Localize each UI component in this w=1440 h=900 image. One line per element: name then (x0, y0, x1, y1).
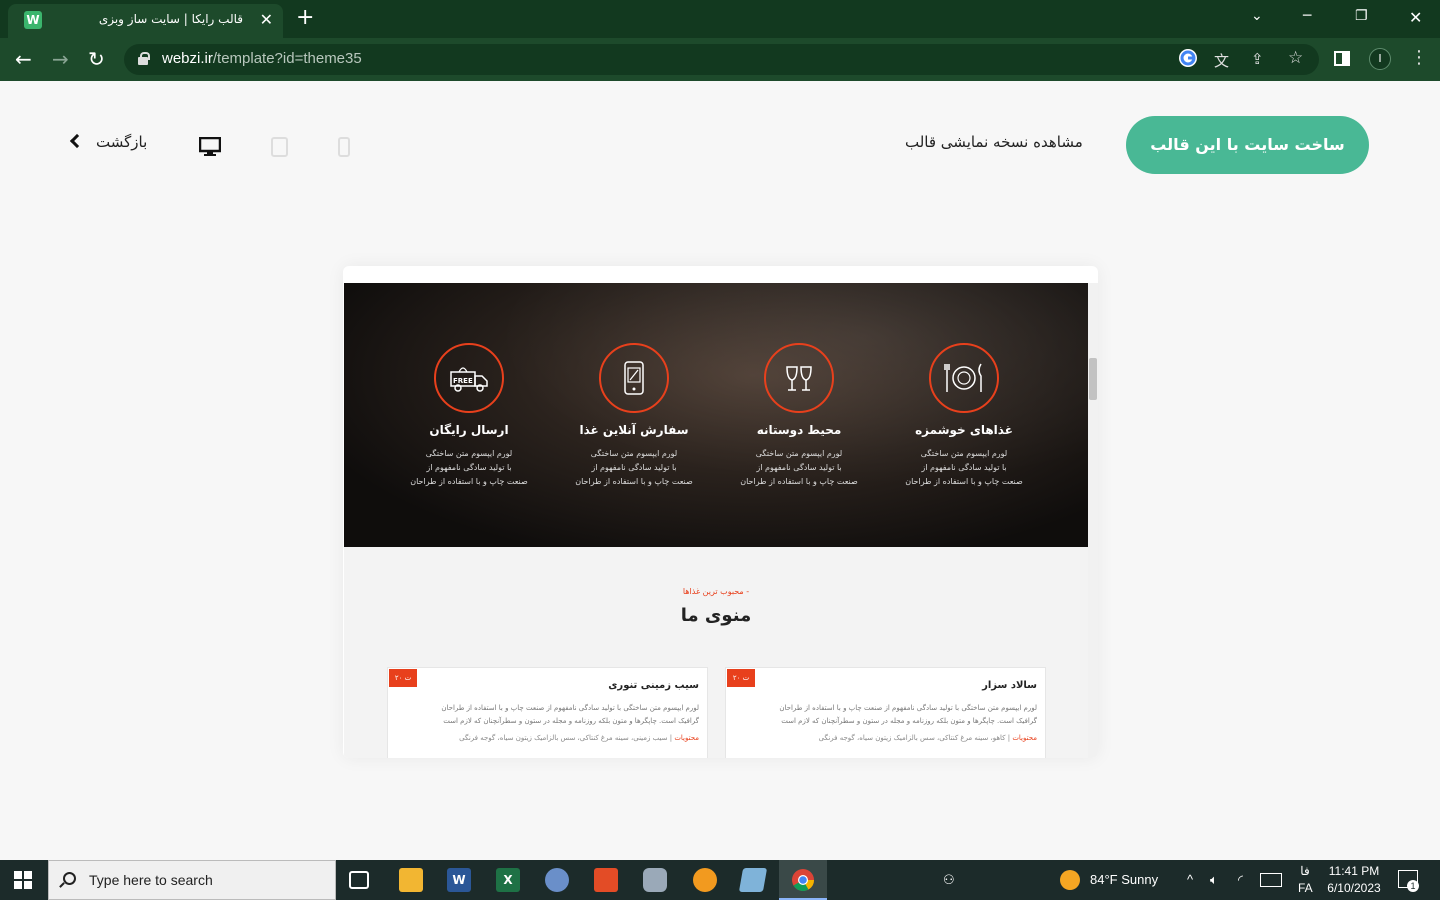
tab-close-icon[interactable]: ✕ (260, 10, 273, 29)
search-placeholder: Type here to search (89, 872, 213, 888)
view-demo-link[interactable]: مشاهده نسخه نمایشی قالب (905, 133, 1083, 151)
feature-friendly-place: محیط دوستانه لورم ایپسوم متن ساختگی با تو… (729, 343, 869, 489)
forward-arrow-icon[interactable]: → (52, 48, 69, 70)
profile-avatar[interactable]: I (1369, 48, 1391, 70)
windows-start-icon[interactable] (14, 871, 32, 889)
word-icon[interactable]: W (447, 868, 471, 892)
browser-titlebar: W قالب رایکا | سایت ساز وبزی ✕ + ⌄ ─ ❐ ✕ (0, 0, 1440, 38)
volume-icon[interactable]: 🔈︎ (1210, 872, 1218, 888)
lock-icon (138, 52, 150, 65)
browser-toolbar: ← → ↻ webzi.ir/template?id=theme35 文 ⇪ ☆… (0, 38, 1440, 81)
tab-search-chevron-icon[interactable]: ⌄ (1251, 8, 1263, 24)
features-hero: FREE ارسال رایگان لورم ایپسوم متن ساختگی… (344, 283, 1088, 547)
menu-title: منوی ما (680, 605, 752, 626)
wifi-icon[interactable]: ◜ (1238, 872, 1243, 888)
menu-card-caesar[interactable]: ۲۰ ت سالاد سزار لورم ایپسوم متن ساختگی ب… (725, 667, 1046, 758)
glasses-icon (764, 343, 834, 413)
back-link[interactable]: بازگشت (96, 133, 147, 151)
search-icon (63, 872, 76, 885)
new-tab-icon[interactable]: + (296, 6, 314, 30)
feature-title: ارسال رایگان (429, 423, 509, 437)
translate-icon[interactable]: 文 (1214, 50, 1229, 71)
back-arrow-icon[interactable]: ← (15, 48, 32, 70)
preview-scrollbar[interactable] (1088, 283, 1098, 758)
card-description: لورم ایپسوم متن ساختگی با تولید سادگی نا… (779, 704, 1037, 725)
minimize-icon[interactable]: ─ (1303, 8, 1311, 24)
chrome-menu-icon[interactable]: ⋮ (1410, 47, 1428, 68)
share-icon[interactable]: ⇪ (1251, 50, 1264, 68)
chrome-taskbar-button[interactable] (779, 860, 827, 900)
windows-taskbar: Type here to search W X ⚇ 84°F Sunny ^ 🔈… (0, 860, 1440, 900)
template-preview-page: ساخت سایت با این قالب مشاهده نسخه نمایشی… (0, 81, 1440, 860)
price-badge: ۲۰ ت (389, 669, 417, 687)
menu-section: - محبوب ترین غذاها منوی ما ۲۰ ت سیب زمین… (344, 547, 1088, 758)
feature-free-delivery: FREE ارسال رایگان لورم ایپسوم متن ساختگی… (399, 343, 539, 489)
reload-icon[interactable]: ↻ (88, 48, 105, 70)
mobile-icon[interactable] (338, 137, 350, 161)
feature-online-order: سفارش آنلاین غذا لورم ایپسوم متن ساختگی ب… (564, 343, 704, 489)
feature-tasty-food: غذاهای خوشمزه لورم ایپسوم متن ساختگی با ت… (894, 343, 1034, 489)
google-icon[interactable] (1179, 49, 1197, 67)
sunny-weather-icon (1060, 870, 1080, 890)
app-icon[interactable] (594, 868, 618, 892)
chevron-left-icon[interactable] (69, 133, 85, 149)
browser-tab[interactable]: W قالب رایکا | سایت ساز وبزی ✕ (8, 4, 283, 38)
price-badge: ۲۰ ت (727, 669, 755, 687)
task-view-icon[interactable] (349, 871, 369, 889)
taskbar-clock[interactable]: 11:41 PM 6/10/2023 (1320, 863, 1388, 897)
card-title: سالاد سزار (982, 680, 1037, 691)
menu-card-potato[interactable]: ۲۰ ت سیب زمینی تنوری لورم ایپسوم متن ساخ… (387, 667, 708, 758)
people-icon[interactable]: ⚇ (943, 872, 955, 888)
url-text[interactable]: webzi.ir/template?id=theme35 (162, 50, 362, 67)
card-title: سیب زمینی تنوری (608, 680, 699, 691)
notification-count: 1 (1407, 880, 1419, 892)
desktop-icon[interactable] (198, 136, 222, 161)
paint-icon[interactable] (545, 868, 569, 892)
free-delivery-icon: FREE (434, 343, 504, 413)
input-language[interactable]: فا FA (1298, 863, 1313, 897)
feature-title: محیط دوستانه (756, 423, 842, 437)
tablet-icon[interactable] (271, 137, 288, 161)
restore-icon[interactable]: ❐ (1355, 8, 1368, 24)
excel-icon[interactable]: X (496, 868, 520, 892)
plate-icon (929, 343, 999, 413)
webzi-favicon-icon: W (24, 11, 42, 29)
card-description: لورم ایپسوم متن ساختگی با تولید سادگی نا… (441, 704, 699, 725)
menu-kicker: - محبوب ترین غذاها (682, 587, 750, 596)
phone-order-icon (599, 343, 669, 413)
template-preview-frame[interactable]: FREE ارسال رایگان لورم ایپسوم متن ساختگی… (343, 266, 1098, 758)
feature-text: لورم ایپسوم متن ساختگی با تولید سادگی نام… (410, 449, 528, 486)
tab-title: قالب رایکا | سایت ساز وبزی (98, 12, 243, 26)
feature-text: لورم ایپسوم متن ساختگی با تولید سادگی نام… (905, 449, 1023, 486)
vpn-icon[interactable] (643, 868, 667, 892)
preview-scroll-thumb[interactable] (1089, 358, 1097, 400)
card-ingredients: محتویات | کاهو، سینه مرغ کنتاکی، سس بالز… (818, 734, 1037, 742)
feature-title: سفارش آنلاین غذا (579, 423, 689, 437)
notes-icon[interactable] (738, 868, 768, 892)
tray-chevron-icon[interactable]: ^ (1187, 872, 1193, 887)
file-explorer-icon[interactable] (399, 868, 423, 892)
feature-text: لورم ایپسوم متن ساختگی با تولید سادگی نام… (575, 449, 693, 486)
address-bar[interactable]: webzi.ir/template?id=theme35 (124, 44, 1319, 75)
bookmark-star-icon[interactable]: ☆ (1288, 48, 1303, 68)
feature-title: غذاهای خوشمزه (915, 423, 1013, 437)
close-window-icon[interactable]: ✕ (1409, 8, 1422, 27)
browser-alt-icon[interactable] (693, 868, 717, 892)
taskbar-search-input[interactable]: Type here to search (48, 860, 336, 900)
card-ingredients: محتویات | سیب زمینی، سینه مرغ کنتاکی، سس… (459, 734, 699, 742)
side-panel-icon[interactable] (1334, 51, 1350, 66)
feature-text: لورم ایپسوم متن ساختگی با تولید سادگی نام… (740, 449, 858, 486)
svg-text:FREE: FREE (453, 377, 473, 385)
weather-text[interactable]: 84°F Sunny (1090, 872, 1158, 887)
keyboard-icon[interactable] (1260, 873, 1282, 887)
build-site-button[interactable]: ساخت سایت با این قالب (1126, 116, 1369, 174)
